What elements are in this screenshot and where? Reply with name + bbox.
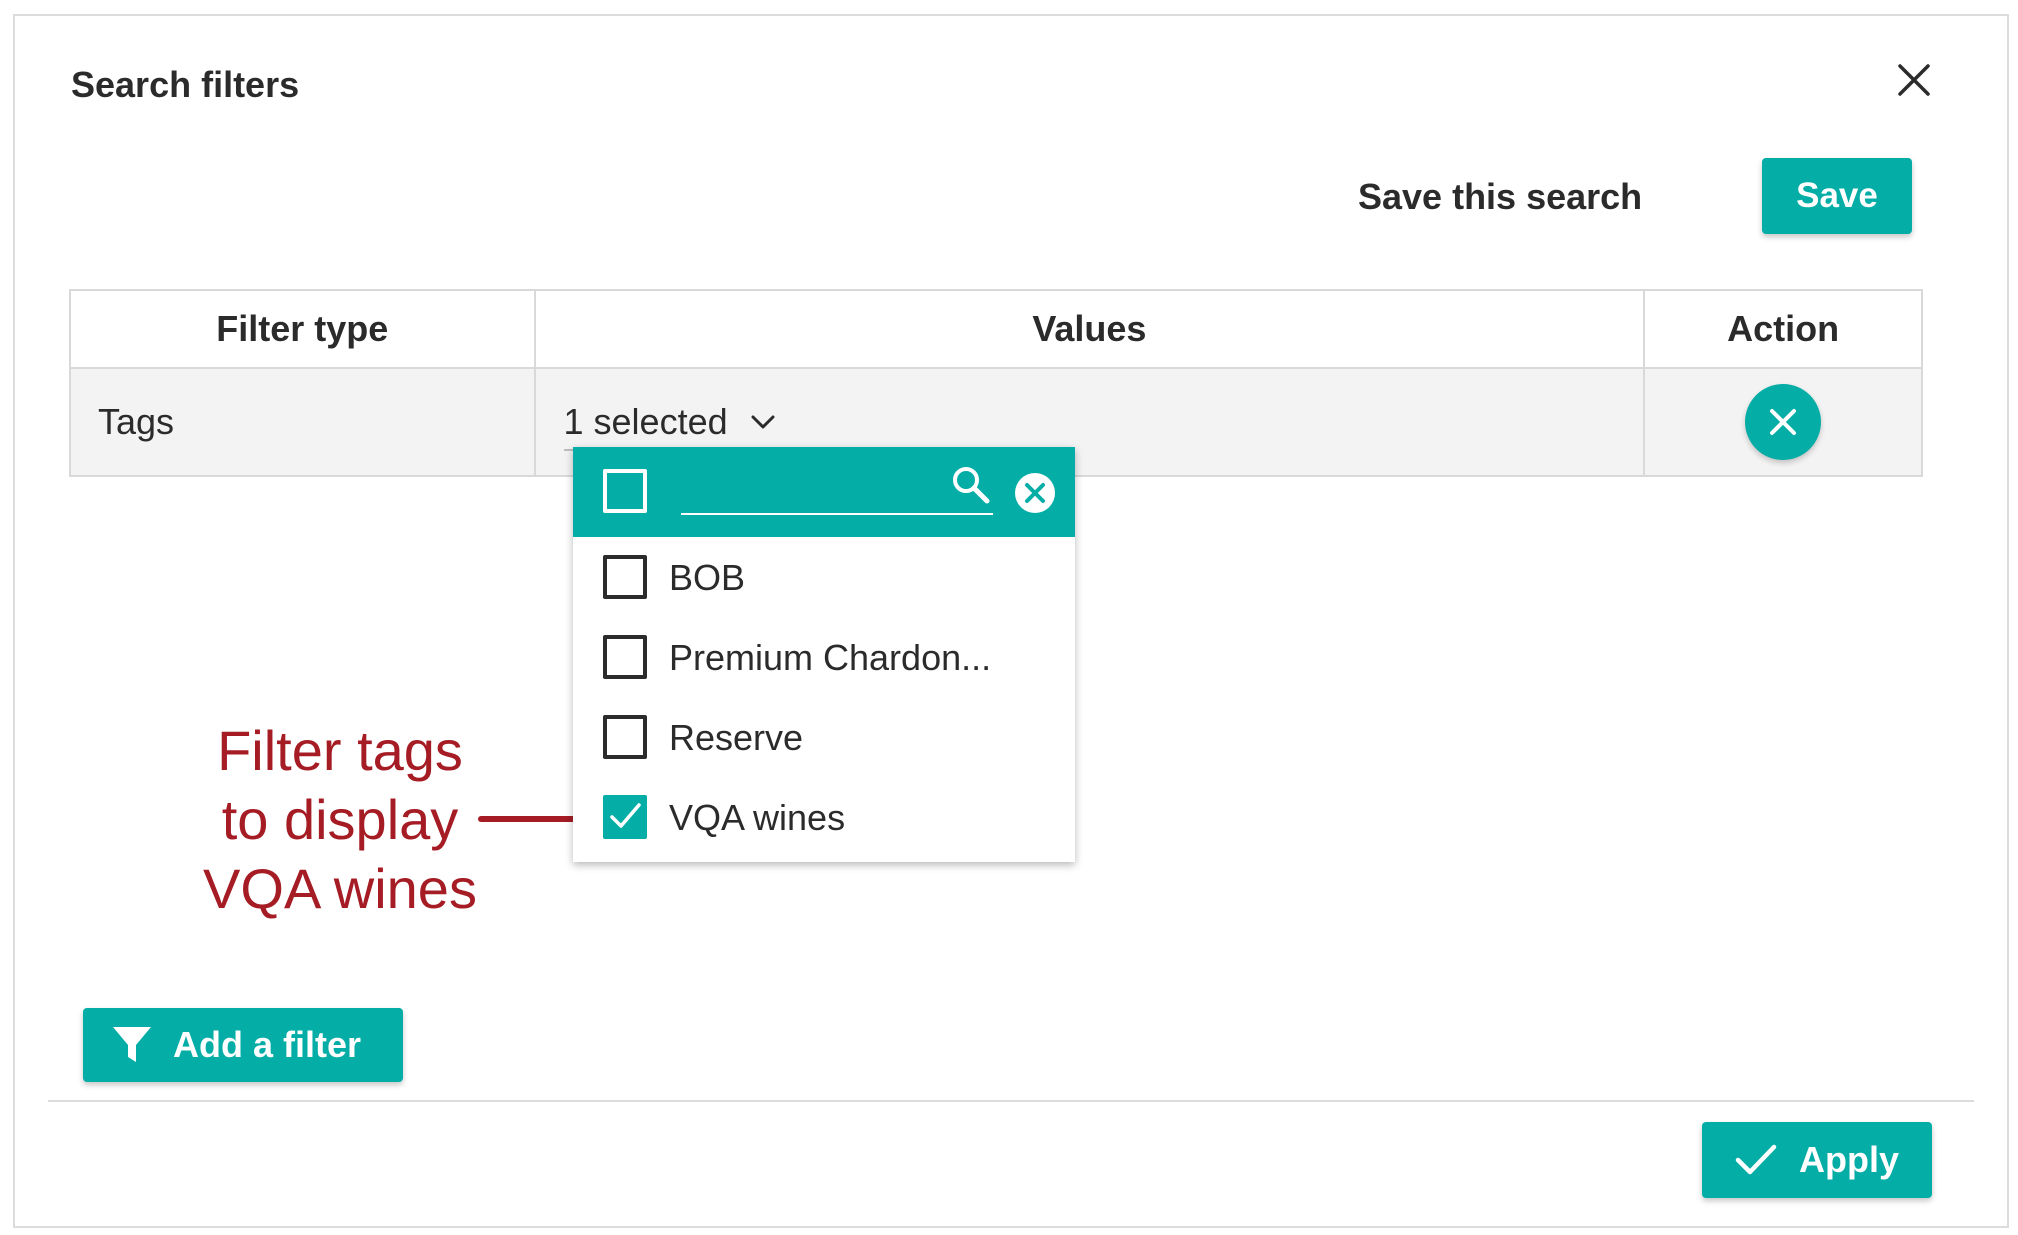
column-header-filter-type: Filter type [69,289,536,369]
option-checkbox-checked[interactable] [603,795,647,839]
apply-label: Apply [1798,1139,1899,1180]
chevron-down-icon [751,415,775,429]
close-icon [1770,409,1797,435]
clear-search-icon[interactable] [1013,471,1057,515]
option-label: Reserve [669,717,804,758]
dropdown-option-bob[interactable]: BOB [573,537,1075,617]
apply-button[interactable]: Apply [1702,1122,1932,1198]
filter-type-cell: Tags [69,367,536,477]
dropdown-header [573,447,1075,537]
action-cell [1643,367,1923,477]
dropdown-option-vqa-wines[interactable]: VQA wines [573,777,1075,857]
option-label: VQA wines [669,797,846,838]
annotation-callout: Filter tags to display VQA wines [175,716,505,923]
save-button[interactable]: Save [1762,158,1912,234]
dropdown-search-input[interactable] [681,463,993,515]
dropdown-option-premium-chardonnay[interactable]: Premium Chardon... [573,617,1075,697]
option-checkbox[interactable] [603,555,647,599]
footer-divider [48,1100,1974,1102]
table-header-row: Filter type Values Action [69,289,1923,369]
add-filter-button[interactable]: Add a filter [83,1008,403,1082]
select-all-checkbox[interactable] [603,469,647,513]
dropdown-option-reserve[interactable]: Reserve [573,697,1075,777]
save-search-label: Save this search [1358,176,1643,217]
close-icon[interactable] [1894,60,1934,100]
remove-filter-button[interactable] [1745,384,1822,460]
option-label: Premium Chardon... [669,637,992,678]
search-icon [953,467,990,504]
dialog-title: Search filters [71,64,300,105]
add-filter-label: Add a filter [173,1024,362,1065]
option-checkbox[interactable] [603,715,647,759]
filter-icon [113,1027,151,1062]
column-header-values: Values [533,289,1646,369]
annotation-line-3: VQA wines [203,857,477,920]
option-checkbox[interactable] [603,635,647,679]
option-label: BOB [669,557,746,598]
column-header-action: Action [1643,289,1923,369]
values-select[interactable]: 1 selected [563,401,806,451]
values-select-label: 1 selected [563,401,728,442]
check-icon [610,803,641,828]
tags-dropdown: BOB Premium Chardon... Reserve VQA wines [573,447,1075,862]
check-icon [1735,1144,1777,1175]
annotation-line-1: Filter tags [217,719,463,782]
annotation-line-2: to display [221,788,459,851]
